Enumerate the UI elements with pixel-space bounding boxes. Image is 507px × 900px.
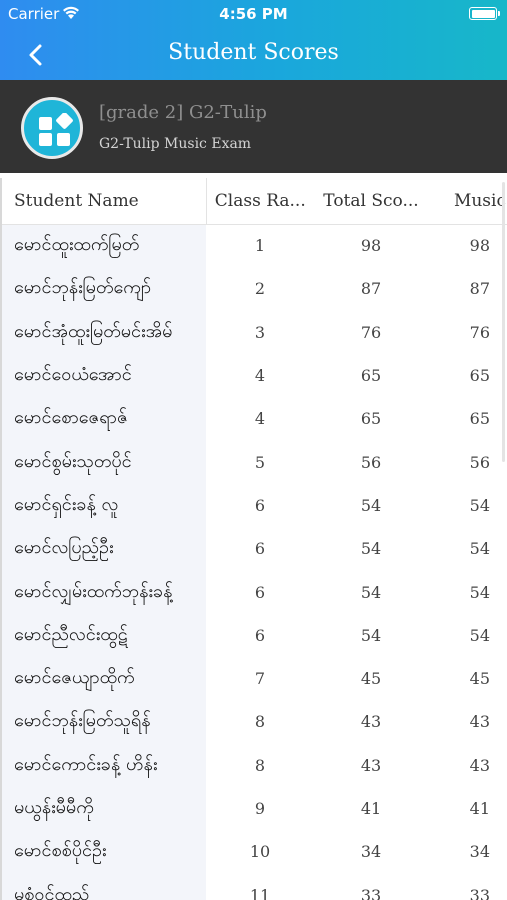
table-row[interactable]: မောင်လျှမ်းထက်ဘုန်းခန့် 6 54 54 — [0, 570, 507, 614]
class-rank-cell: 10 — [249, 842, 271, 862]
class-rank-cell: 4 — [254, 409, 266, 429]
student-name-cell: မောင်ရှင်းခန့် လူ — [0, 483, 206, 528]
class-rank-cell: 1 — [254, 236, 266, 256]
table-row[interactable]: မောင်ဝေယံအောင် 4 65 65 — [0, 353, 507, 398]
table-row[interactable]: မောင်ဘုန်းမြတ်သူရိန် 8 43 43 — [0, 700, 507, 744]
scores-table-container[interactable]: Student Name Class Ra... Total Sco... Mu… — [0, 178, 507, 900]
table-row[interactable]: မောင်ဇေယျာထိုက် 7 45 45 — [0, 656, 507, 701]
music-score-cell: 34 — [469, 842, 490, 862]
table-row[interactable]: မယွန်းမီမီကို 9 41 41 — [0, 786, 507, 831]
table-row[interactable]: မောင်ကောင်းခန့် ဟိန်း 8 43 43 — [0, 743, 507, 787]
class-rank-cell: 9 — [254, 799, 266, 818]
scores-table: Student Name Class Ra... Total Sco... Mu… — [0, 178, 507, 900]
table-header-row: Student Name Class Ra... Total Sco... Mu… — [0, 178, 507, 225]
table-row[interactable]: မောင်ရှင်းခန့် လူ 6 54 54 — [0, 483, 507, 528]
music-score-cell: 56 — [469, 452, 490, 472]
total-score-cell: 76 — [360, 322, 382, 342]
student-name-cell: မောင်ဝေယံအောင် — [0, 353, 206, 398]
total-score-cell: 54 — [360, 539, 382, 559]
class-rank-cell: 2 — [254, 279, 266, 299]
student-name-cell: မောင်ကောင်းခန့် ဟိန်း — [0, 743, 206, 787]
student-name-cell: မောင်ထူးထက်မြတ် — [0, 224, 206, 268]
music-score-cell: 54 — [469, 582, 490, 602]
status-bar: Carrier 4:56 PM — [0, 0, 507, 28]
class-rank-cell: 11 — [249, 885, 271, 900]
student-name-cell: မောင်စွမ်းသုတပိုင် — [0, 440, 206, 484]
exam-name: G2-Tulip Music Exam — [99, 136, 252, 152]
vertical-scrollbar[interactable] — [502, 182, 505, 462]
total-score-cell: 65 — [360, 366, 382, 386]
table-row[interactable]: မောင်ထူးထက်မြတ် 1 98 98 — [0, 224, 507, 268]
total-score-cell: 98 — [360, 236, 382, 256]
column-header-music[interactable]: Music — [428, 178, 507, 225]
student-name-cell: မောင်လျှမ်းထက်ဘုန်းခန့် — [0, 570, 206, 614]
music-score-cell: 45 — [469, 669, 490, 689]
total-score-cell: 41 — [360, 799, 382, 818]
battery-icon — [469, 7, 500, 20]
class-rank-cell: 6 — [254, 495, 266, 515]
student-name-cell: မောင်စစ်ပိုင်ဦး — [0, 830, 206, 874]
music-score-cell: 65 — [469, 409, 490, 429]
table-row[interactable]: မောင်အုံထူးမြတ်မင်းအိမ် 3 76 76 — [0, 310, 507, 354]
class-rank-cell: 6 — [254, 625, 266, 645]
total-score-cell: 43 — [360, 755, 382, 775]
table-row[interactable]: မောင်ဘုန်းမြတ်ကျော် 2 87 87 — [0, 267, 507, 311]
student-name-cell: မောင်ဘုန်းမြတ်ကျော် — [0, 267, 206, 311]
music-score-cell: 98 — [469, 236, 490, 256]
total-score-cell: 54 — [360, 495, 382, 515]
apps-icon — [39, 113, 73, 146]
class-rank-cell: 6 — [254, 539, 266, 559]
music-score-cell: 54 — [469, 625, 490, 645]
student-name-cell: မောင်ဘုန်းမြတ်သူရိန် — [0, 700, 206, 744]
total-score-cell: 34 — [360, 842, 382, 862]
student-name-cell: မစံဝင့်ထည် — [0, 873, 206, 900]
table-body: မောင်ထူးထက်မြတ် 1 98 98 မောင်ဘုန်းမြတ်ကျော် 2… — [0, 224, 507, 900]
music-score-cell: 76 — [469, 322, 490, 342]
page-title: Student Scores — [168, 40, 339, 65]
class-rank-cell: 6 — [254, 582, 266, 602]
student-name-cell: မယွန်းမီမီကို — [0, 786, 206, 831]
total-score-cell: 54 — [360, 625, 382, 645]
table-row[interactable]: မောင်ညီလင်းထွဋ် 6 54 54 — [0, 613, 507, 657]
table-row[interactable]: မောင်စစ်ပိုင်ဦး 10 34 34 — [0, 830, 507, 874]
student-name-cell: မောင်အုံထူးမြတ်မင်းအိမ် — [0, 310, 206, 354]
table-row[interactable]: မောင်စောဇေရာဇ် 4 65 65 — [0, 397, 507, 441]
column-header-total-score[interactable]: Total Sco... — [314, 178, 428, 225]
total-score-cell: 54 — [360, 582, 382, 602]
total-score-cell: 33 — [360, 885, 382, 900]
column-header-class-rank[interactable]: Class Ra... — [206, 178, 314, 225]
class-rank-cell: 3 — [254, 322, 266, 342]
total-score-cell: 56 — [360, 452, 382, 472]
navigation-bar: Carrier 4:56 PM Student Scores — [0, 0, 507, 80]
student-name-cell: မောင်ညီလင်းထွဋ် — [0, 613, 206, 657]
class-rank-cell: 4 — [254, 366, 266, 386]
music-score-cell: 65 — [469, 366, 490, 386]
app-logo — [21, 97, 83, 159]
class-rank-cell: 7 — [254, 669, 266, 689]
student-name-cell: မောင်လပြည့်ဦး — [0, 527, 206, 571]
column-header-student-name[interactable]: Student Name — [0, 178, 207, 225]
class-rank-cell: 8 — [254, 755, 266, 775]
total-score-cell: 87 — [360, 279, 382, 299]
class-name: [grade 2] G2-Tulip — [99, 102, 267, 123]
music-score-cell: 41 — [469, 799, 490, 818]
total-score-cell: 65 — [360, 409, 382, 429]
student-name-cell: မောင်ဇေယျာထိုက် — [0, 656, 206, 701]
table-row[interactable]: မောင်လပြည့်ဦး 6 54 54 — [0, 527, 507, 571]
music-score-cell: 54 — [469, 539, 490, 559]
music-score-cell: 43 — [469, 712, 490, 732]
table-row[interactable]: မောင်စွမ်းသုတပိုင် 5 56 56 — [0, 440, 507, 484]
table-row[interactable]: မစံဝင့်ထည် 11 33 33 — [0, 873, 507, 900]
student-name-cell: မောင်စောဇေရာဇ် — [0, 397, 206, 441]
music-score-cell: 33 — [469, 885, 490, 900]
class-rank-cell: 8 — [254, 712, 266, 732]
class-rank-cell: 5 — [254, 452, 266, 472]
clock: 4:56 PM — [219, 5, 288, 23]
music-score-cell: 43 — [469, 755, 490, 775]
music-score-cell: 87 — [469, 279, 490, 299]
total-score-cell: 45 — [360, 669, 382, 689]
music-score-cell: 54 — [469, 495, 490, 515]
total-score-cell: 43 — [360, 712, 382, 732]
exam-header: [grade 2] G2-Tulip G2-Tulip Music Exam — [0, 80, 507, 173]
